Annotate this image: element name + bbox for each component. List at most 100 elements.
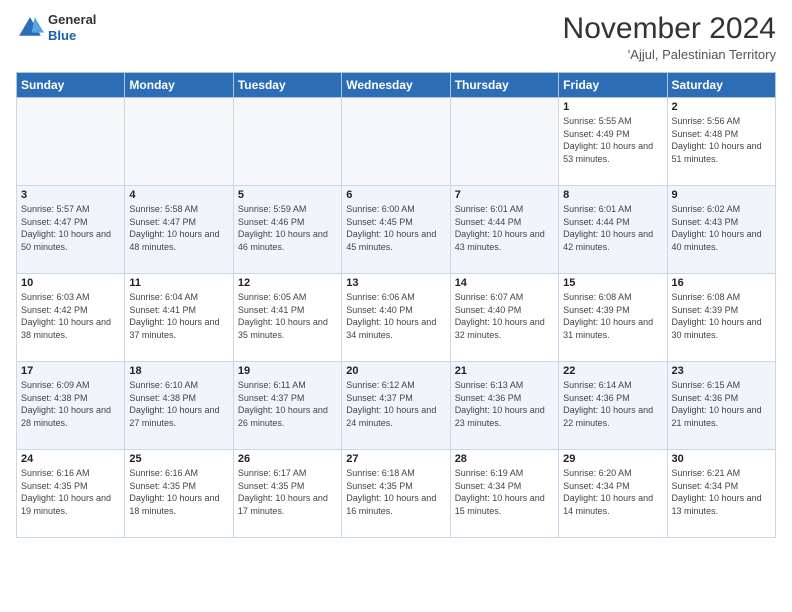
calendar-cell: 29 Sunrise: 6:20 AM Sunset: 4:34 PM Dayli…: [559, 450, 667, 538]
calendar: SundayMondayTuesdayWednesdayThursdayFrid…: [16, 72, 776, 538]
calendar-cell: [233, 98, 341, 186]
day-info: Sunrise: 6:16 AM Sunset: 4:35 PM Dayligh…: [21, 467, 120, 517]
day-info: Sunrise: 6:08 AM Sunset: 4:39 PM Dayligh…: [672, 291, 771, 341]
day-number: 25: [129, 453, 228, 465]
day-number: 10: [21, 277, 120, 289]
calendar-cell: [450, 98, 558, 186]
day-info: Sunrise: 6:03 AM Sunset: 4:42 PM Dayligh…: [21, 291, 120, 341]
calendar-cell: 26Sunrise: 6:17 AM Sunset: 4:35 PM Dayli…: [233, 450, 341, 538]
calendar-week-4: 17 Sunrise: 6:09 AM Sunset: 4:38 PM Dayli…: [17, 362, 776, 450]
day-number: 2: [672, 101, 771, 113]
day-number: 9: [672, 189, 771, 201]
calendar-cell: 12 Sunrise: 6:05 AM Sunset: 4:41 PM Dayli…: [233, 274, 341, 362]
calendar-cell: 21 Sunrise: 6:13 AM Sunset: 4:36 PM Dayli…: [450, 362, 558, 450]
day-number: 23: [672, 365, 771, 377]
calendar-cell: 20 Sunrise: 6:12 AM Sunset: 4:37 PM Dayli…: [342, 362, 450, 450]
calendar-cell: 3 Sunrise: 5:57 AM Sunset: 4:47 PM Daylig…: [17, 186, 125, 274]
calendar-cell: 10 Sunrise: 6:03 AM Sunset: 4:42 PM Dayli…: [17, 274, 125, 362]
day-info: Sunrise: 6:11 AM Sunset: 4:37 PM Dayligh…: [238, 379, 337, 429]
day-number: 20: [346, 365, 445, 377]
calendar-cell: 19 Sunrise: 6:11 AM Sunset: 4:37 PM Dayli…: [233, 362, 341, 450]
day-number: 4: [129, 189, 228, 201]
logo-blue: Blue: [48, 28, 96, 44]
day-info: Sunrise: 6:10 AM Sunset: 4:38 PM Dayligh…: [129, 379, 228, 429]
day-number: 21: [455, 365, 554, 377]
day-info: Sunrise: 6:02 AM Sunset: 4:43 PM Dayligh…: [672, 203, 771, 253]
calendar-cell: [17, 98, 125, 186]
day-number: 22: [563, 365, 662, 377]
title-block: November 2024 'Ajjul, Palestinian Territ…: [563, 12, 776, 62]
calendar-cell: 15 Sunrise: 6:08 AM Sunset: 4:39 PM Dayli…: [559, 274, 667, 362]
calendar-week-2: 3 Sunrise: 5:57 AM Sunset: 4:47 PM Daylig…: [17, 186, 776, 274]
page: General Blue November 2024 'Ajjul, Pales…: [0, 0, 792, 612]
day-number: 29: [563, 453, 662, 465]
day-number: 17: [21, 365, 120, 377]
calendar-cell: 5 Sunrise: 5:59 AM Sunset: 4:46 PM Daylig…: [233, 186, 341, 274]
day-number: 3: [21, 189, 120, 201]
day-info: Sunrise: 6:05 AM Sunset: 4:41 PM Dayligh…: [238, 291, 337, 341]
day-info: Sunrise: 6:19 AM Sunset: 4:34 PM Dayligh…: [455, 467, 554, 517]
calendar-cell: 27Sunrise: 6:18 AM Sunset: 4:35 PM Dayli…: [342, 450, 450, 538]
calendar-cell: 25 Sunrise: 6:16 AM Sunset: 4:35 PM Dayli…: [125, 450, 233, 538]
logo-icon: [16, 14, 44, 42]
day-number: 1: [563, 101, 662, 113]
day-number: 14: [455, 277, 554, 289]
day-number: 30: [672, 453, 771, 465]
calendar-cell: 11Sunrise: 6:04 AM Sunset: 4:41 PM Dayli…: [125, 274, 233, 362]
day-number: 18: [129, 365, 228, 377]
day-info: Sunrise: 6:07 AM Sunset: 4:40 PM Dayligh…: [455, 291, 554, 341]
calendar-cell: 7Sunrise: 6:01 AM Sunset: 4:44 PM Daylig…: [450, 186, 558, 274]
calendar-header-wednesday: Wednesday: [342, 73, 450, 98]
calendar-header-tuesday: Tuesday: [233, 73, 341, 98]
day-number: 24: [21, 453, 120, 465]
logo-general: General: [48, 12, 96, 28]
day-number: 12: [238, 277, 337, 289]
calendar-cell: 16 Sunrise: 6:08 AM Sunset: 4:39 PM Dayli…: [667, 274, 775, 362]
day-number: 5: [238, 189, 337, 201]
logo-text: General Blue: [48, 12, 96, 43]
calendar-cell: 24 Sunrise: 6:16 AM Sunset: 4:35 PM Dayli…: [17, 450, 125, 538]
logo: General Blue: [16, 12, 96, 43]
calendar-cell: 17 Sunrise: 6:09 AM Sunset: 4:38 PM Dayli…: [17, 362, 125, 450]
day-info: Sunrise: 6:20 AM Sunset: 4:34 PM Dayligh…: [563, 467, 662, 517]
day-number: 7: [455, 189, 554, 201]
day-info: Sunrise: 6:14 AM Sunset: 4:36 PM Dayligh…: [563, 379, 662, 429]
calendar-header-thursday: Thursday: [450, 73, 558, 98]
calendar-cell: 1 Sunrise: 5:55 AM Sunset: 4:49 PM Daylig…: [559, 98, 667, 186]
day-number: 16: [672, 277, 771, 289]
day-number: 15: [563, 277, 662, 289]
calendar-header-sunday: Sunday: [17, 73, 125, 98]
calendar-cell: 28Sunrise: 6:19 AM Sunset: 4:34 PM Dayli…: [450, 450, 558, 538]
day-info: Sunrise: 5:58 AM Sunset: 4:47 PM Dayligh…: [129, 203, 228, 253]
calendar-cell: 22 Sunrise: 6:14 AM Sunset: 4:36 PM Dayli…: [559, 362, 667, 450]
day-info: Sunrise: 6:13 AM Sunset: 4:36 PM Dayligh…: [455, 379, 554, 429]
calendar-cell: 18 Sunrise: 6:10 AM Sunset: 4:38 PM Dayli…: [125, 362, 233, 450]
location: 'Ajjul, Palestinian Territory: [563, 47, 776, 62]
day-info: Sunrise: 6:18 AM Sunset: 4:35 PM Dayligh…: [346, 467, 445, 517]
calendar-cell: 8Sunrise: 6:01 AM Sunset: 4:44 PM Daylig…: [559, 186, 667, 274]
day-info: Sunrise: 5:57 AM Sunset: 4:47 PM Dayligh…: [21, 203, 120, 253]
day-info: Sunrise: 6:16 AM Sunset: 4:35 PM Dayligh…: [129, 467, 228, 517]
calendar-header-monday: Monday: [125, 73, 233, 98]
day-info: Sunrise: 5:59 AM Sunset: 4:46 PM Dayligh…: [238, 203, 337, 253]
day-info: Sunrise: 6:12 AM Sunset: 4:37 PM Dayligh…: [346, 379, 445, 429]
calendar-header-friday: Friday: [559, 73, 667, 98]
calendar-cell: 23 Sunrise: 6:15 AM Sunset: 4:36 PM Dayli…: [667, 362, 775, 450]
calendar-cell: [125, 98, 233, 186]
calendar-header-saturday: Saturday: [667, 73, 775, 98]
calendar-cell: 14 Sunrise: 6:07 AM Sunset: 4:40 PM Dayli…: [450, 274, 558, 362]
day-info: Sunrise: 5:56 AM Sunset: 4:48 PM Dayligh…: [672, 115, 771, 165]
calendar-week-5: 24 Sunrise: 6:16 AM Sunset: 4:35 PM Dayli…: [17, 450, 776, 538]
calendar-week-3: 10 Sunrise: 6:03 AM Sunset: 4:42 PM Dayli…: [17, 274, 776, 362]
day-info: Sunrise: 6:15 AM Sunset: 4:36 PM Dayligh…: [672, 379, 771, 429]
day-info: Sunrise: 5:55 AM Sunset: 4:49 PM Dayligh…: [563, 115, 662, 165]
day-number: 11: [129, 277, 228, 289]
day-number: 19: [238, 365, 337, 377]
calendar-cell: 6Sunrise: 6:00 AM Sunset: 4:45 PM Daylig…: [342, 186, 450, 274]
day-info: Sunrise: 6:09 AM Sunset: 4:38 PM Dayligh…: [21, 379, 120, 429]
day-info: Sunrise: 6:08 AM Sunset: 4:39 PM Dayligh…: [563, 291, 662, 341]
day-info: Sunrise: 6:01 AM Sunset: 4:44 PM Dayligh…: [563, 203, 662, 253]
month-title: November 2024: [563, 12, 776, 45]
day-number: 26: [238, 453, 337, 465]
calendar-header-row: SundayMondayTuesdayWednesdayThursdayFrid…: [17, 73, 776, 98]
